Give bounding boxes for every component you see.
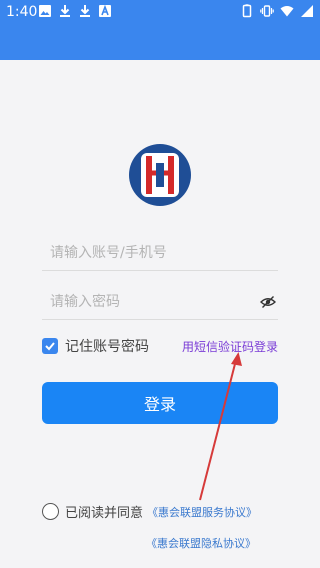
- a-icon: [99, 4, 111, 17]
- eye-hidden-icon[interactable]: [260, 294, 276, 310]
- remember-checkbox[interactable]: [42, 338, 58, 354]
- sms-login-link[interactable]: 用短信验证码登录: [182, 338, 278, 355]
- password-field: [42, 285, 278, 320]
- remember-label: 记住账号密码: [65, 339, 149, 355]
- service-agreement-link[interactable]: 《惠会联盟服务协议》: [147, 504, 257, 520]
- status-bar: 1:40: [0, 0, 320, 24]
- agreement-radio[interactable]: [42, 503, 59, 520]
- vibrate-icon: [260, 5, 274, 17]
- privacy-agreement-link[interactable]: 《惠会联盟隐私协议》: [146, 535, 256, 551]
- signal-icon: [301, 5, 313, 17]
- system-icons: [240, 4, 314, 18]
- download-icon: [60, 5, 70, 17]
- annotation-arrow: [199, 352, 242, 501]
- check-icon: [45, 342, 55, 351]
- account-field: [42, 236, 278, 271]
- app-bar: [0, 24, 320, 60]
- password-input[interactable]: [50, 285, 250, 319]
- agreement-prefix: 已阅读并同意: [65, 506, 144, 521]
- login-button[interactable]: 登录: [42, 382, 278, 424]
- agreement-row: 已阅读并同意 《惠会联盟服务协议》: [42, 502, 257, 521]
- image-icon: [39, 5, 51, 17]
- wifi-icon: [280, 6, 294, 17]
- notification-icons: [38, 4, 112, 18]
- app-logo: [129, 144, 191, 206]
- account-input[interactable]: [50, 236, 250, 270]
- download-icon: [80, 5, 90, 17]
- remember-password-toggle[interactable]: 记住账号密码: [42, 336, 149, 356]
- status-time: 1:40: [6, 4, 38, 20]
- battery-outline-icon: [242, 4, 252, 18]
